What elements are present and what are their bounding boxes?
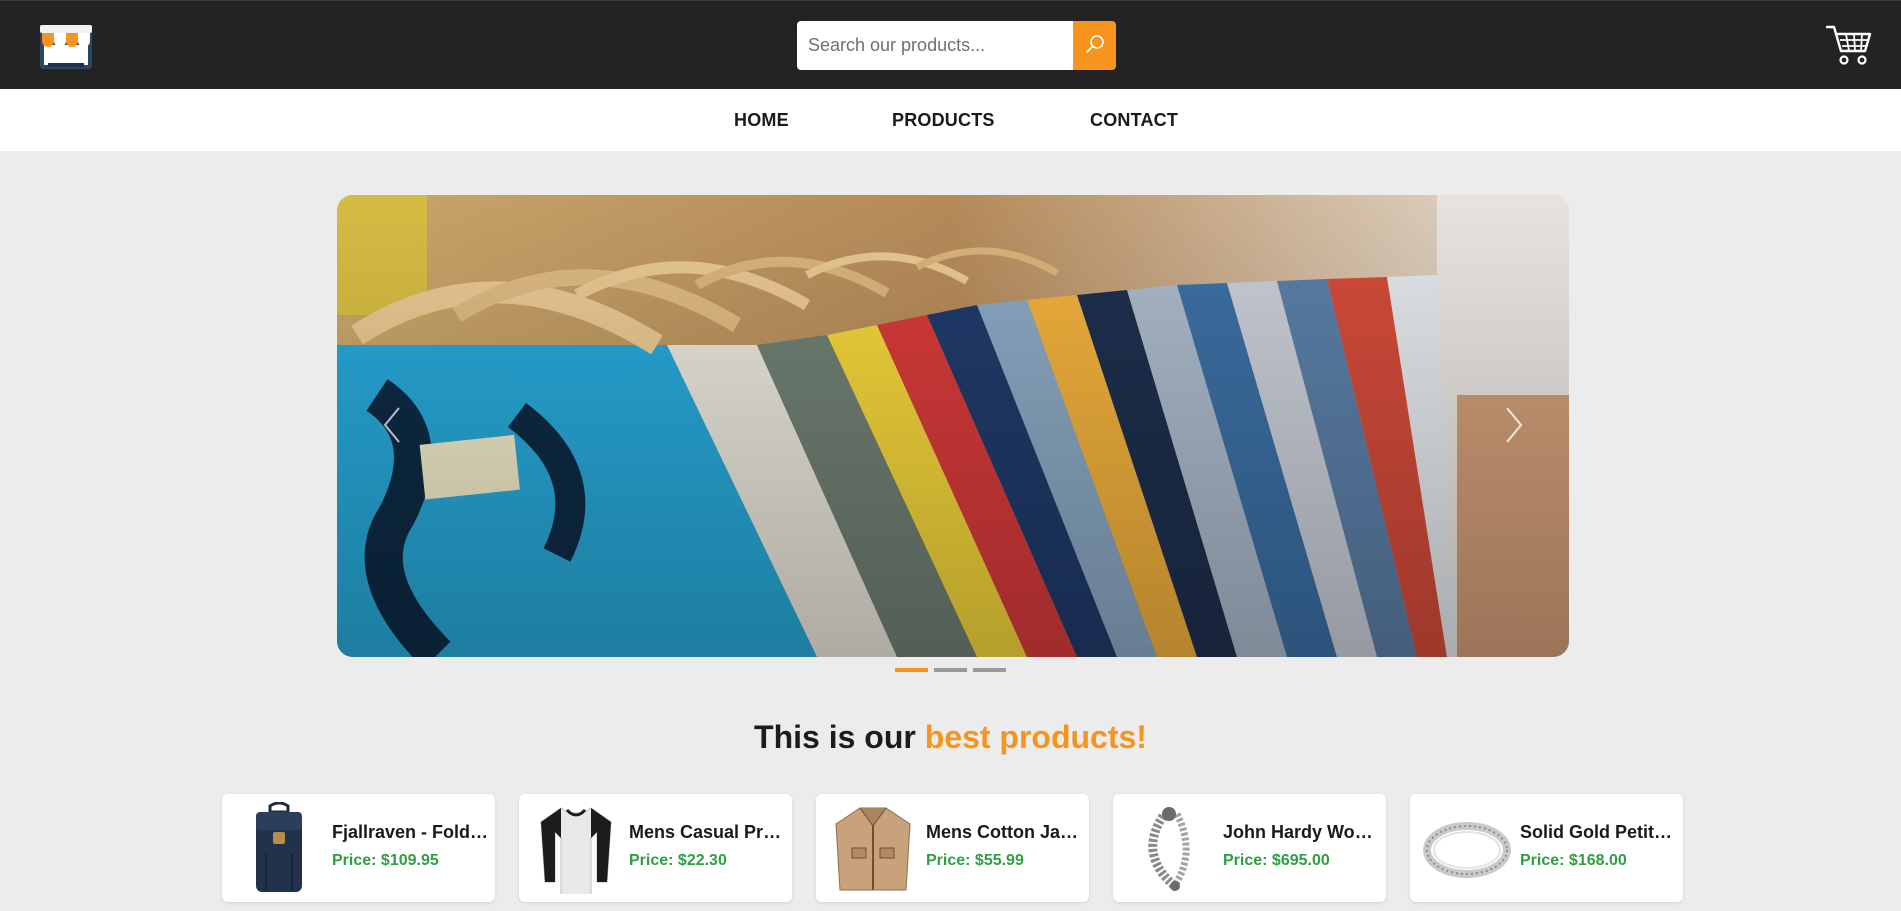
product-name: Mens Cotton Jacket bbox=[926, 822, 1084, 842]
best-products-heading: This is our best products! bbox=[0, 719, 1901, 756]
best-heading-accent: best products! bbox=[924, 719, 1147, 755]
nav-contact[interactable]: CONTACT bbox=[1090, 89, 1178, 151]
ring-icon bbox=[1422, 802, 1512, 894]
bracelet-icon bbox=[1125, 802, 1215, 894]
product-name: John Hardy Women's Legends Naga Bracelet bbox=[1223, 822, 1381, 842]
hero-carousel bbox=[337, 195, 1569, 657]
carousel-slide-image bbox=[337, 195, 1569, 657]
nav-products[interactable]: PRODUCTS bbox=[892, 89, 995, 151]
shopping-cart-icon[interactable] bbox=[1825, 23, 1872, 67]
main-nav: HOME PRODUCTS CONTACT bbox=[0, 89, 1901, 151]
search-input[interactable] bbox=[797, 21, 1073, 70]
carousel-indicator-1[interactable] bbox=[895, 668, 928, 672]
product-price: Price: $168.00 bbox=[1520, 852, 1627, 869]
product-card[interactable]: John Hardy Women's Legends Naga Bracelet… bbox=[1113, 794, 1386, 902]
product-price: Price: $55.99 bbox=[926, 852, 1024, 869]
product-card[interactable]: Mens Casual Premium Slim Fit T-Shirts Pr… bbox=[519, 794, 792, 902]
carousel-prev-button[interactable] bbox=[377, 400, 407, 450]
storefront-logo-icon[interactable] bbox=[38, 21, 94, 71]
carousel-next-button[interactable] bbox=[1499, 400, 1529, 450]
carousel-indicators bbox=[895, 668, 1006, 672]
search-icon bbox=[1085, 34, 1105, 57]
nav-home[interactable]: HOME bbox=[734, 89, 789, 151]
product-price: Price: $109.95 bbox=[332, 852, 439, 869]
search-button[interactable] bbox=[1073, 21, 1116, 70]
best-heading-prefix: This is our bbox=[754, 719, 925, 755]
jacket-icon bbox=[828, 802, 918, 894]
carousel-indicator-2[interactable] bbox=[934, 668, 967, 672]
product-price: Price: $695.00 bbox=[1223, 852, 1330, 869]
product-name: Solid Gold Petite Micropave bbox=[1520, 822, 1678, 842]
product-card[interactable]: Solid Gold Petite Micropave Price: $168.… bbox=[1410, 794, 1683, 902]
product-price: Price: $22.30 bbox=[629, 852, 727, 869]
tshirt-icon bbox=[531, 802, 621, 901]
top-header bbox=[0, 0, 1901, 89]
search-bar bbox=[797, 21, 1116, 70]
chevron-right-icon bbox=[1506, 407, 1523, 443]
product-card[interactable]: Mens Cotton Jacket Price: $55.99 bbox=[816, 794, 1089, 902]
carousel-indicator-3[interactable] bbox=[973, 668, 1006, 672]
product-name: Mens Casual Premium Slim Fit T-Shirts bbox=[629, 822, 787, 842]
product-name: Fjallraven - Foldsack No. 1 Backpack bbox=[332, 822, 490, 842]
backpack-icon bbox=[234, 801, 324, 894]
product-card[interactable]: Fjallraven - Foldsack No. 1 Backpack Pri… bbox=[222, 794, 495, 902]
chevron-left-icon bbox=[383, 407, 400, 443]
